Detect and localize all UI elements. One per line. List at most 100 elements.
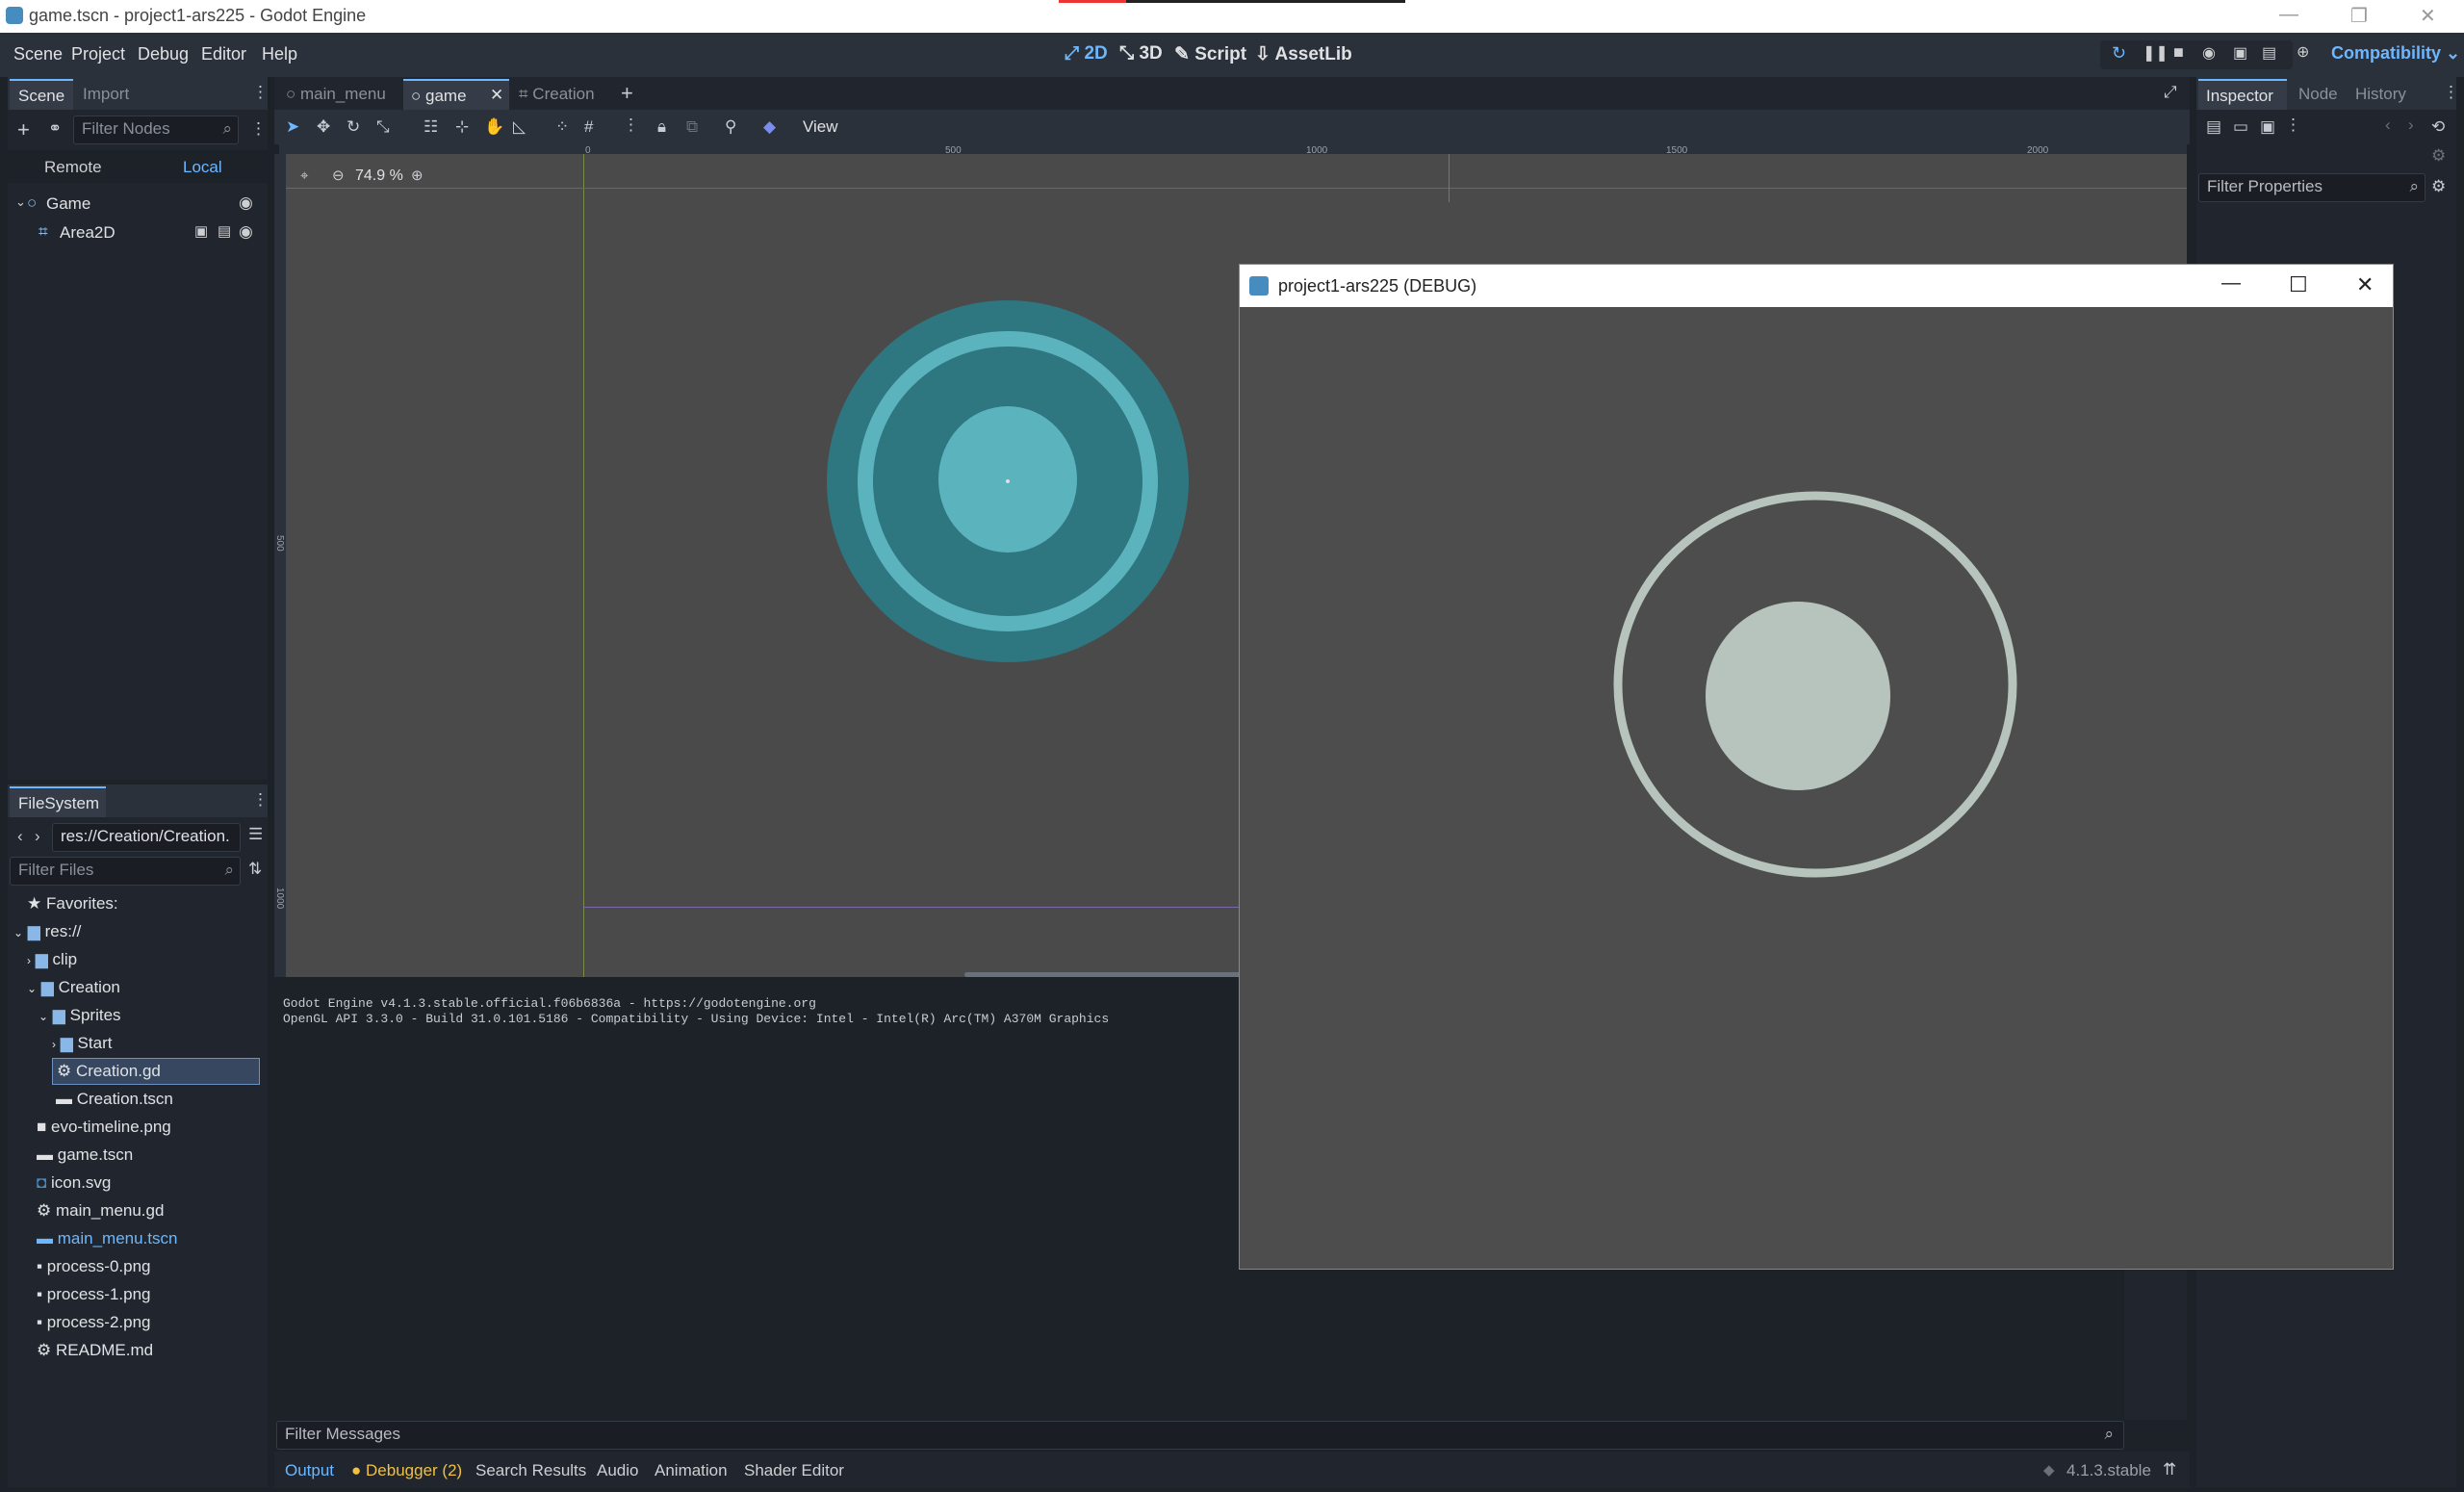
menu-debug[interactable]: Debug [138, 44, 189, 64]
collapse-arrow-icon[interactable]: ⌄ [15, 194, 26, 210]
snap-options-icon[interactable]: ⋮ [623, 116, 639, 135]
renderer-select[interactable]: Compatibility ⌄ [2331, 43, 2460, 64]
distraction-free-icon[interactable]: ⤢ [2164, 83, 2177, 102]
restore-icon[interactable]: ❐ [2350, 4, 2368, 28]
tab-inspector[interactable]: Inspector [2198, 79, 2287, 110]
file-main-menu-gd[interactable]: ⚙ main_menu.gd [37, 1201, 164, 1221]
rotate-tool-icon[interactable]: ↻ [346, 117, 360, 137]
pause-icon[interactable]: ❚❚ [2143, 43, 2169, 63]
folder-sprites[interactable]: ⌄ ▆ Sprites [38, 1006, 121, 1025]
menu-project[interactable]: Project [71, 44, 125, 64]
new-resource-icon[interactable]: ▤ [2206, 117, 2221, 137]
menu-editor[interactable]: Editor [201, 44, 246, 64]
tab-node[interactable]: Node [2298, 85, 2338, 104]
maximize-icon[interactable]: ☐ [2289, 272, 2308, 297]
horizontal-scrollbar[interactable] [964, 972, 1253, 977]
file-game-tscn[interactable]: ▬ game.tscn [37, 1145, 133, 1165]
signal-icon[interactable]: ▣ [194, 222, 208, 240]
remote-debug-icon[interactable]: ◉ [2202, 43, 2216, 63]
scene-options-icon[interactable]: ⋮ [250, 119, 267, 139]
add-node-icon[interactable]: + [17, 117, 30, 142]
debug-game-window[interactable]: project1-ars225 (DEBUG) — ☐ ✕ [1239, 264, 2394, 1270]
script-icon[interactable]: ▤ [218, 222, 231, 240]
history-back-icon[interactable]: ‹ [2385, 116, 2391, 135]
visibility-eye-icon[interactable]: ◉ [239, 222, 253, 242]
workspace-assetlib-button[interactable]: ⇩ AssetLib [1255, 43, 1352, 65]
play-scene-icon[interactable]: ▣ [2233, 43, 2247, 63]
bone-icon[interactable]: ⚲ [725, 117, 736, 137]
scale-tool-icon[interactable]: ⤡ [376, 117, 390, 137]
file-icon-svg[interactable]: ◘ icon.svg [37, 1173, 111, 1193]
close-icon[interactable]: ✕ [2420, 4, 2436, 28]
center-view-icon[interactable]: ⌖ [300, 167, 308, 184]
workspace-3d-button[interactable]: ⤡ 3D [1119, 43, 1163, 64]
zoom-out-icon[interactable]: ⊖ [332, 167, 345, 184]
minimize-icon[interactable]: — [2221, 272, 2241, 295]
file-readme[interactable]: ⚙ README.md [37, 1341, 153, 1360]
remote-button[interactable]: Remote [44, 158, 102, 177]
group-icon[interactable]: ⧉ [686, 117, 698, 137]
dock-menu-icon[interactable]: ⋮ [252, 790, 269, 810]
file-process-0[interactable]: ▪ process-0.png [37, 1257, 151, 1276]
tab-output[interactable]: Output [285, 1461, 334, 1480]
pivot-tool-icon[interactable]: ⊹ [455, 117, 469, 137]
move-tool-icon[interactable]: ✥ [317, 117, 330, 137]
area2d-collision-shape[interactable] [825, 298, 1191, 664]
folder-start[interactable]: › ▆ Start [52, 1034, 112, 1053]
list-select-icon[interactable]: ☷ [424, 117, 438, 137]
history-forward-icon[interactable]: › [2408, 116, 2414, 135]
workspace-2d-button[interactable]: ⤢ 2D [1065, 43, 1108, 64]
tab-import[interactable]: Import [83, 85, 129, 104]
scene-tab-main-menu[interactable]: ○ main_menu [286, 85, 386, 104]
filter-messages-input[interactable]: Filter Messages ⌕ [276, 1421, 2124, 1450]
file-process-2[interactable]: ▪ process-2.png [37, 1313, 151, 1332]
tab-filesystem[interactable]: FileSystem [10, 786, 106, 817]
restart-icon[interactable]: ↻ [2112, 43, 2126, 64]
favorites-item[interactable]: ★ Favorites: [27, 894, 118, 913]
local-button[interactable]: Local [183, 158, 222, 177]
folder-res[interactable]: ⌄ ▆ res:// [13, 922, 81, 941]
tab-history[interactable]: History [2355, 85, 2406, 104]
visibility-eye-icon[interactable]: ◉ [239, 193, 253, 213]
file-creation-gd[interactable]: ⚙ Creation.gd [52, 1058, 260, 1085]
workspace-script-button[interactable]: ✎ Script [1174, 43, 1246, 65]
filter-files-input[interactable]: Filter Files ⌕ [10, 857, 241, 886]
folder-creation[interactable]: ⌄ ▆ Creation [27, 978, 120, 997]
close-icon[interactable]: ✕ [2356, 272, 2374, 297]
minimize-icon[interactable]: — [2279, 4, 2298, 26]
smart-snap-icon[interactable]: ⁘ [555, 117, 569, 137]
path-field[interactable]: res://Creation/Creation. [52, 823, 241, 852]
tab-animation[interactable]: Animation [654, 1461, 728, 1480]
split-view-icon[interactable]: ☰ [248, 825, 263, 844]
resource-options-icon[interactable]: ⋮ [2285, 116, 2301, 135]
scene-tab-creation[interactable]: ⌗ Creation [519, 85, 595, 104]
expand-panel-icon[interactable]: ⇈ [2163, 1460, 2176, 1479]
sort-icon[interactable]: ⇅ [248, 860, 262, 879]
menu-scene[interactable]: Scene [13, 44, 63, 64]
view-menu[interactable]: View [803, 117, 838, 137]
file-evo-timeline[interactable]: ■ evo-timeline.png [37, 1118, 171, 1137]
filter-nodes-input[interactable]: Filter Nodes ⌕ [73, 116, 239, 144]
ruler-tool-icon[interactable]: ◺ [513, 117, 526, 137]
open-resource-icon[interactable]: ▭ [2233, 117, 2248, 137]
folder-clip[interactable]: › ▆ clip [27, 950, 77, 969]
grid-snap-icon[interactable]: # [584, 117, 593, 137]
file-process-1[interactable]: ▪ process-1.png [37, 1285, 151, 1304]
tree-node-game[interactable]: ⌄ ○ Game ◉ [8, 191, 268, 219]
movie-maker-icon[interactable]: ⊕ [2297, 42, 2309, 62]
file-creation-tscn[interactable]: ▬ Creation.tscn [56, 1090, 173, 1109]
tab-shader-editor[interactable]: Shader Editor [744, 1461, 844, 1480]
select-tool-icon[interactable]: ➤ [286, 117, 299, 137]
forward-arrow-icon[interactable]: › [35, 827, 40, 846]
zoom-level[interactable]: 74.9 % [355, 167, 403, 185]
stop-icon[interactable]: ■ [2173, 42, 2184, 63]
tree-node-area2d[interactable]: ⌗ Area2D ▣ ▤ ◉ [8, 219, 268, 248]
filter-properties-input[interactable]: Filter Properties ⌕ [2198, 173, 2426, 202]
close-tab-icon[interactable]: ✕ [490, 86, 503, 105]
save-resource-icon[interactable]: ▣ [2260, 117, 2275, 137]
object-history-icon[interactable]: ⟲ [2431, 117, 2445, 137]
tab-search-results[interactable]: Search Results [475, 1461, 586, 1480]
tab-debugger[interactable]: ● Debugger (2) [351, 1461, 462, 1480]
back-arrow-icon[interactable]: ‹ [17, 827, 23, 846]
cube-icon[interactable]: ◆ [763, 117, 776, 137]
